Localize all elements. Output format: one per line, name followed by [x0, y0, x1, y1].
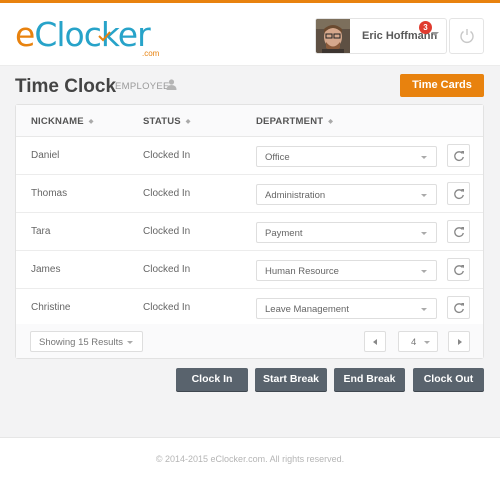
- department-select[interactable]: Office: [256, 146, 437, 167]
- refresh-icon: [454, 227, 464, 237]
- page-number-select[interactable]: 4: [398, 331, 438, 352]
- chevron-down-icon: [421, 156, 427, 159]
- eclocker-logo[interactable]: eClocker .com: [15, 15, 159, 60]
- status-cell: Clocked In: [143, 150, 191, 161]
- status-cell: Clocked In: [143, 226, 191, 237]
- refresh-button[interactable]: [447, 182, 470, 205]
- copyright-text: © 2014-2015 eClocker.com. All rights res…: [155, 454, 345, 464]
- previous-page-button[interactable]: [364, 331, 386, 352]
- user-photo-icon: [316, 19, 350, 53]
- column-header-status[interactable]: STATUS ◆: [143, 116, 191, 127]
- page-footer: © 2014-2015 eClocker.com. All rights res…: [0, 437, 500, 500]
- chevron-down-icon: [421, 194, 427, 197]
- chevron-down-icon: [421, 308, 427, 311]
- chevron-down-icon[interactable]: [431, 32, 439, 36]
- main-content: Time Clock EMPLOYEE Time Cards NICKNAME ◆…: [0, 65, 500, 437]
- time-clock-table: NICKNAME ◆ STATUS ◆ DEPARTMENT ◆ Daniel Clo…: [15, 104, 484, 359]
- refresh-button[interactable]: [447, 258, 470, 281]
- table-row: Thomas Clocked In Administration: [16, 175, 483, 213]
- column-header-department[interactable]: DEPARTMENT ◆: [256, 116, 333, 127]
- status-cell: Clocked In: [143, 188, 191, 199]
- refresh-button[interactable]: [447, 220, 470, 243]
- chevron-down-icon: [424, 341, 430, 344]
- chevron-down-icon: [127, 341, 133, 344]
- table-row: James Clocked In Human Resource: [16, 251, 483, 289]
- start-break-button[interactable]: Start Break: [255, 368, 327, 391]
- end-break-button[interactable]: End Break: [334, 368, 405, 391]
- nickname-cell: Daniel: [31, 150, 60, 161]
- logout-button[interactable]: [449, 18, 484, 54]
- department-select[interactable]: Leave Management: [256, 298, 437, 319]
- clock-in-button[interactable]: Clock In: [176, 368, 248, 391]
- refresh-button[interactable]: [447, 144, 470, 167]
- refresh-icon: [454, 265, 464, 275]
- table-row: Daniel Clocked In Office: [16, 137, 483, 175]
- table-header: NICKNAME ◆ STATUS ◆ DEPARTMENT ◆: [16, 105, 483, 137]
- department-select[interactable]: Payment: [256, 222, 437, 243]
- app-header: eClocker .com Eric Hoffmann 3: [0, 3, 500, 65]
- logo-e: e: [15, 15, 35, 54]
- chevron-down-icon: [421, 232, 427, 235]
- chevron-right-icon: [458, 339, 462, 345]
- chevron-down-icon: [421, 270, 427, 273]
- clock-hand-icon: [98, 31, 111, 42]
- table-row: Christine Clocked In Leave Management: [16, 289, 483, 327]
- chevron-left-icon: [373, 339, 377, 345]
- time-cards-button[interactable]: Time Cards: [400, 74, 484, 97]
- refresh-icon: [454, 189, 464, 199]
- sort-icon[interactable]: ◆: [328, 118, 333, 125]
- nickname-cell: Tara: [31, 226, 51, 237]
- results-per-page-select[interactable]: Showing 15 Results: [30, 331, 143, 352]
- status-cell: Clocked In: [143, 264, 191, 275]
- department-select[interactable]: Administration: [256, 184, 437, 205]
- clock-out-button[interactable]: Clock Out: [413, 368, 484, 391]
- table-row: Tara Clocked In Payment: [16, 213, 483, 251]
- user-icon: [166, 79, 177, 90]
- employee-label: EMPLOYEE: [115, 81, 170, 92]
- department-select[interactable]: Human Resource: [256, 260, 437, 281]
- avatar[interactable]: [316, 19, 350, 53]
- power-icon: [460, 29, 474, 43]
- nickname-cell: James: [31, 264, 61, 275]
- nickname-cell: Christine: [31, 302, 71, 313]
- logo-com: .com: [142, 49, 160, 58]
- table-footer: Showing 15 Results 4: [16, 324, 483, 358]
- column-header-nickname[interactable]: NICKNAME ◆: [31, 116, 94, 127]
- nickname-cell: Thomas: [31, 188, 68, 199]
- sort-icon[interactable]: ◆: [89, 118, 94, 125]
- logo-clocker: Clocker: [34, 15, 150, 54]
- next-page-button[interactable]: [448, 331, 470, 352]
- page-title: Time Clock: [15, 76, 117, 97]
- sort-icon[interactable]: ◆: [186, 118, 191, 125]
- refresh-button[interactable]: [447, 296, 470, 319]
- user-menu[interactable]: Eric Hoffmann 3: [315, 18, 447, 54]
- refresh-icon: [454, 151, 464, 161]
- status-cell: Clocked In: [143, 302, 191, 313]
- refresh-icon: [454, 303, 464, 313]
